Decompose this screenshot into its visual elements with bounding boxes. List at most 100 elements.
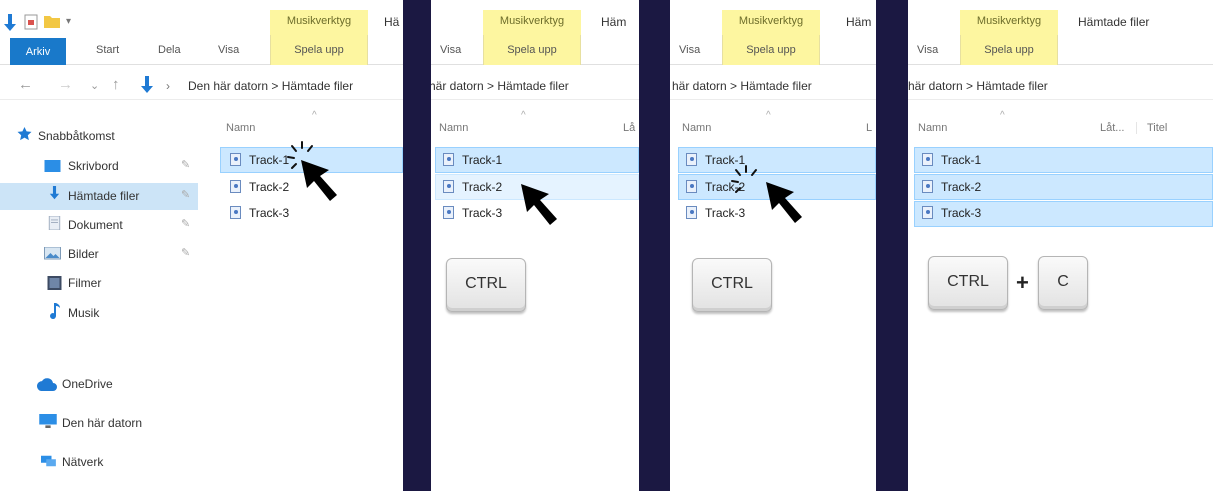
explorer-step-1: ▾ Musikverktyg Hä Arkiv Start Dela Visa … xyxy=(0,0,403,491)
tab-view[interactable]: Visa xyxy=(440,44,461,56)
column-header-track[interactable]: Lå xyxy=(623,122,635,134)
context-group-label: Musikverktyg xyxy=(722,10,820,35)
new-folder-icon[interactable] xyxy=(44,14,60,28)
window-title: Hämtade filer xyxy=(1078,15,1150,29)
context-group-label: Musikverktyg xyxy=(270,10,368,35)
plus-sign: + xyxy=(1016,270,1029,295)
column-header-name[interactable]: Namn xyxy=(918,122,947,134)
address-bar: här datorn > Hämtade filer xyxy=(908,70,1213,100)
properties-icon[interactable] xyxy=(24,14,38,30)
sort-caret-icon: ^ xyxy=(1000,110,1005,121)
audio-file-icon xyxy=(443,206,454,219)
file-row[interactable]: Track-2 xyxy=(230,180,289,194)
tab-view[interactable]: Visa xyxy=(679,44,700,56)
file-row[interactable]: Track-3 xyxy=(686,206,745,220)
nav-this-pc[interactable]: Den här datorn xyxy=(62,416,142,430)
pin-icon: ✎ xyxy=(181,189,191,201)
column-header-title[interactable]: Titel xyxy=(1136,122,1167,134)
pin-icon: ✎ xyxy=(181,218,191,230)
nav-item-documents[interactable]: Dokument xyxy=(68,218,123,232)
tab-play[interactable]: Spela upp xyxy=(270,35,368,65)
nav-item-music[interactable]: Musik xyxy=(68,306,99,320)
window-title: Hä xyxy=(384,15,400,29)
tab-share[interactable]: Dela xyxy=(158,44,181,56)
ctrl-key: CTRL xyxy=(928,256,1008,310)
tab-play[interactable]: Spela upp xyxy=(722,35,820,65)
breadcrumb[interactable]: Den här datorn > Hämtade filer xyxy=(188,79,353,93)
recent-locations-icon[interactable]: ⌄ xyxy=(90,79,99,92)
download-arrow-icon[interactable] xyxy=(4,14,16,32)
column-header-track[interactable]: L xyxy=(866,122,872,134)
breadcrumb-separator-icon: › xyxy=(166,79,170,93)
qat-dropdown-icon[interactable]: ▾ xyxy=(66,16,71,27)
window-title: Häm xyxy=(846,15,872,29)
forward-icon[interactable]: → xyxy=(58,76,73,93)
tab-view[interactable]: Visa xyxy=(218,44,239,56)
tab-start[interactable]: Start xyxy=(96,44,119,56)
this-pc-icon xyxy=(39,414,57,428)
breadcrumb[interactable]: här datorn > Hämtade filer xyxy=(908,79,1048,93)
file-row[interactable]: Track-1 xyxy=(230,153,289,167)
file-row[interactable]: Track-3 xyxy=(230,206,289,220)
document-icon xyxy=(48,216,61,230)
tab-view[interactable]: Visa xyxy=(917,44,938,56)
file-row[interactable]: Track-3 xyxy=(922,206,981,220)
download-icon xyxy=(49,186,60,200)
nav-item-pictures[interactable]: Bilder xyxy=(68,247,99,261)
address-bar: ← → ⌄ ↑ › Den här datorn > Hämtade filer xyxy=(0,70,403,100)
nav-item-desktop[interactable]: Skrivbord xyxy=(68,159,119,173)
pin-icon: ✎ xyxy=(181,247,191,259)
tab-play[interactable]: Spela upp xyxy=(483,35,581,65)
tab-file[interactable]: Arkiv xyxy=(10,38,66,65)
nav-item-videos[interactable]: Filmer xyxy=(68,276,101,290)
music-icon xyxy=(50,303,60,320)
nav-quick-access[interactable]: Snabbåtkomst xyxy=(38,129,115,143)
nav-onedrive[interactable]: OneDrive xyxy=(62,377,113,391)
audio-file-icon xyxy=(686,180,697,193)
file-row[interactable]: Track-2 xyxy=(922,180,981,194)
ribbon-tabs xyxy=(908,35,1213,65)
file-row[interactable]: Track-1 xyxy=(922,153,981,167)
ctrl-key: CTRL xyxy=(446,258,526,312)
sort-caret-icon: ^ xyxy=(521,110,526,121)
click-rays-icon xyxy=(731,165,757,193)
breadcrumb[interactable]: här datorn > Hämtade filer xyxy=(431,79,569,93)
up-icon[interactable]: ↑ xyxy=(112,76,120,93)
address-bar: här datorn > Hämtade filer xyxy=(670,70,876,100)
file-row[interactable]: Track-3 xyxy=(443,206,502,220)
column-header-track[interactable]: Låt... xyxy=(1100,122,1124,134)
sort-caret-icon: ^ xyxy=(766,110,771,121)
column-header-name[interactable]: Namn xyxy=(226,122,255,134)
back-icon[interactable]: ← xyxy=(18,76,33,93)
audio-file-icon xyxy=(922,153,933,166)
address-bar: här datorn > Hämtade filer xyxy=(431,70,639,100)
column-header-name[interactable]: Namn xyxy=(439,122,468,134)
audio-file-icon xyxy=(686,206,697,219)
panel-divider xyxy=(876,0,908,491)
audio-file-icon xyxy=(443,153,454,166)
title-bar xyxy=(908,0,1213,35)
nav-item-downloads[interactable]: Hämtade filer xyxy=(68,189,139,203)
file-row[interactable]: Track-1 xyxy=(443,153,502,167)
videos-icon xyxy=(47,276,62,290)
breadcrumb[interactable]: här datorn > Hämtade filer xyxy=(672,79,812,93)
column-header-name[interactable]: Namn xyxy=(682,122,711,134)
sort-caret-icon: ^ xyxy=(312,110,317,121)
tab-play[interactable]: Spela upp xyxy=(960,35,1058,65)
audio-file-icon xyxy=(922,180,933,193)
star-icon xyxy=(17,127,32,141)
explorer-step-2: Musikverktyg Häm Visa Spela upp här dato… xyxy=(431,0,639,491)
network-icon xyxy=(41,455,56,467)
context-group-label: Musikverktyg xyxy=(960,10,1058,35)
context-group-label: Musikverktyg xyxy=(483,10,581,35)
audio-file-icon xyxy=(230,153,241,166)
audio-file-icon xyxy=(230,206,241,219)
nav-network[interactable]: Nätverk xyxy=(62,455,103,469)
mouse-cursor-icon xyxy=(301,160,337,201)
window-title: Häm xyxy=(601,15,627,29)
file-row[interactable]: Track-2 xyxy=(443,180,502,194)
audio-file-icon xyxy=(922,206,933,219)
download-location-icon xyxy=(141,76,153,93)
ctrl-key: CTRL xyxy=(692,258,772,312)
panel-divider xyxy=(403,0,431,491)
